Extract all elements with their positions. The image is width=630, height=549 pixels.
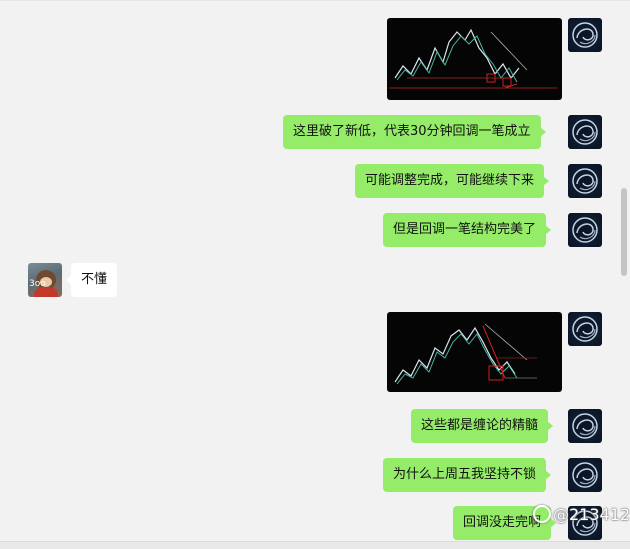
- watermark-logo-icon: [533, 505, 551, 523]
- self-avatar[interactable]: [568, 18, 602, 52]
- avatar-tag-text: 3oo: [29, 279, 46, 289]
- watermark-text: @213412: [553, 505, 630, 524]
- swirl-avatar-icon: [572, 119, 598, 145]
- swirl-avatar-icon: [572, 413, 598, 439]
- candlestick-chart-graphic: [389, 28, 557, 89]
- message-bubble-sent[interactable]: 这里破了新低，代表30分钟回调一笔成立: [283, 115, 546, 149]
- top-divider: [0, 0, 630, 1]
- self-avatar[interactable]: [568, 115, 602, 149]
- message-bubble-sent[interactable]: 可能调整完成，可能继续下来: [355, 164, 550, 198]
- self-avatar[interactable]: [568, 164, 602, 198]
- message-bubble-sent[interactable]: 为什么上周五我坚持不锁: [383, 458, 552, 492]
- chart-screenshot-image[interactable]: [387, 312, 562, 392]
- swirl-avatar-icon: [572, 217, 598, 243]
- contact-avatar[interactable]: 3oo: [28, 263, 62, 297]
- chart-screenshot-image[interactable]: [387, 18, 562, 100]
- swirl-avatar-icon: [572, 22, 598, 48]
- message-bubble-received[interactable]: 不懂: [65, 263, 118, 297]
- swirl-avatar-icon: [572, 168, 598, 194]
- swirl-avatar-icon: [572, 462, 598, 488]
- bottom-divider: [0, 541, 630, 549]
- self-avatar[interactable]: [568, 312, 602, 346]
- message-bubble-sent[interactable]: 这些都是缠论的精髓: [411, 409, 554, 443]
- watermark: @213412: [533, 503, 630, 527]
- self-avatar[interactable]: [568, 458, 602, 492]
- self-avatar[interactable]: [568, 409, 602, 443]
- swirl-avatar-icon: [572, 316, 598, 342]
- chat-history-panel[interactable]: 这里破了新低，代表30分钟回调一笔成立 可能调整完成，可能继续下来 但是回调一笔…: [0, 0, 630, 549]
- candlestick-chart-graphic: [394, 323, 537, 385]
- message-bubble-sent[interactable]: 但是回调一笔结构完美了: [383, 213, 552, 247]
- vertical-scrollbar-thumb[interactable]: [621, 188, 627, 276]
- self-avatar[interactable]: [568, 213, 602, 247]
